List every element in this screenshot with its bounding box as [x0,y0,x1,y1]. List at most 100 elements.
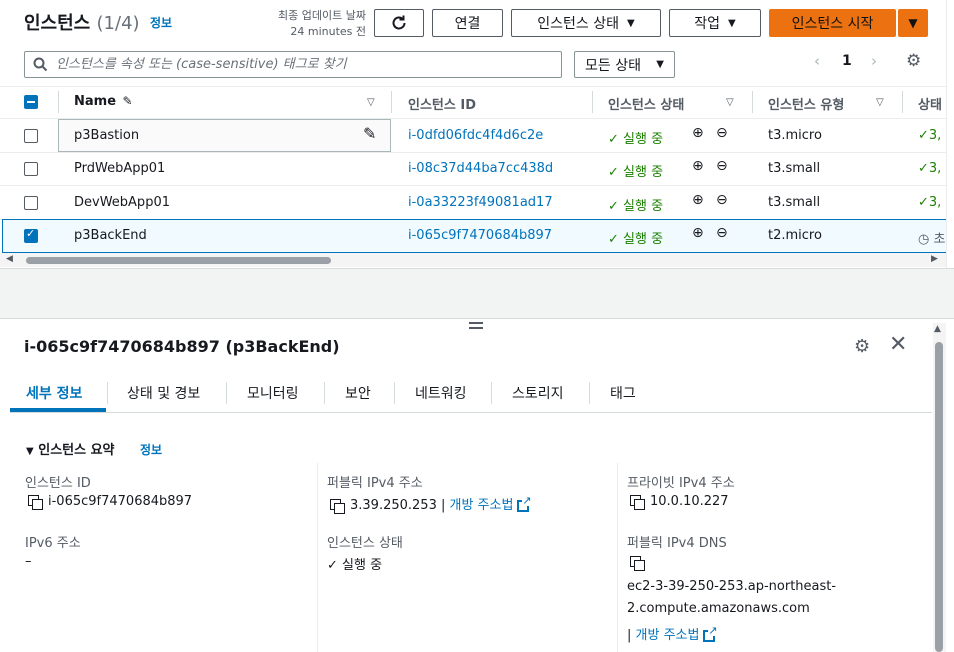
col-header-instance-type[interactable]: 인스턴스 유형 [768,94,844,113]
zoom-out-icon[interactable]: ⊖ [716,192,728,208]
instance-state-button[interactable]: 인스턴스 상태 ▼ [511,9,661,37]
zoom-in-icon[interactable]: ⊕ [692,225,704,241]
private-ip-label: 프라이빗 IPv4 주소 [627,476,735,491]
open-address-link[interactable]: 개방 주소법 [636,628,700,643]
preferences-gear-icon[interactable]: ⚙ [854,336,870,357]
table-right-edge [946,0,954,268]
instance-id-link[interactable]: i-0a33223f49081ad17 [408,195,553,210]
select-all-checkbox[interactable] [24,95,38,109]
col-header-status-check[interactable]: 상태 [918,94,942,113]
instance-id-link[interactable]: i-08c37d44ba7cc438d [408,161,553,176]
zoom-in-icon[interactable]: ⊕ [692,125,704,141]
zoom-out-icon[interactable]: ⊖ [716,158,728,174]
search-input[interactable] [56,57,546,72]
check-circle-icon: ✓ [918,195,929,210]
copy-icon[interactable] [630,494,645,510]
sort-icon[interactable]: ▽ [876,97,884,108]
row-checkbox-checked[interactable]: ✓ [24,227,38,243]
state-filter-value: 모든 상태 [585,57,641,74]
checkmark-icon: ✓ [26,227,36,240]
close-icon[interactable]: ✕ [889,332,907,357]
ipv6-label: IPv6 주소 [25,536,81,551]
tab-status-alarms[interactable]: 상태 및 경보 [127,383,200,403]
launch-label: 인스턴스 시작 [791,16,874,32]
drag-handle-icon[interactable] [469,322,483,329]
sort-icon[interactable]: ▽ [367,97,375,108]
public-dns-label: 퍼블릭 IPv4 DNS [627,536,727,551]
scroll-left-icon[interactable]: ◀ [6,254,13,264]
instance-id-text: i-065c9f7470684b897 [48,494,193,509]
row-checkbox[interactable] [24,162,38,176]
tab-security[interactable]: 보안 [345,383,371,403]
scroll-right-icon[interactable]: ▶ [931,254,938,264]
split-panel-gap [0,268,954,319]
state-badge: ✓ 실행 중 [608,128,663,147]
connect-label: 연결 [454,16,481,32]
external-link-icon[interactable] [703,624,718,642]
scrollbar-thumb[interactable] [935,342,943,652]
search-box[interactable] [24,51,562,78]
col-header-instance-id[interactable]: 인스턴스 ID [408,94,476,113]
tab-details[interactable]: 세부 정보 [26,383,82,403]
instance-id-link[interactable]: i-065c9f7470684b897 [408,228,552,243]
zoom-in-icon[interactable]: ⊕ [692,192,704,208]
instance-id-link[interactable]: i-0dfd06fdc4f4d6c2e [408,128,543,143]
check-circle-icon: ✓ [918,161,929,176]
public-dns-open: | 개방 주소법 [627,624,718,643]
check-circle-icon: ✓ [327,558,338,573]
tab-monitoring[interactable]: 모니터링 [247,383,299,403]
col-header-name[interactable]: Name ✎ [74,94,133,109]
detail-title: i-065c9f7470684b897 (p3BackEnd) [24,337,340,356]
summary-title: 인스턴스 요약 [38,443,115,458]
state-badge: ✓ 실행 중 [608,161,663,180]
tab-storage[interactable]: 스토리지 [512,383,564,403]
copy-icon[interactable] [330,498,345,514]
instance-state-text: 실행 중 [342,558,383,573]
actions-button[interactable]: 작업 ▼ [669,9,761,37]
selected-count: (1/4) [96,13,140,34]
external-link-icon[interactable] [517,494,532,512]
ipv6-value: – [25,554,32,569]
state-text: 실행 중 [623,232,664,247]
scroll-up-icon[interactable]: ▲ [934,324,941,334]
launch-instances-button[interactable]: 인스턴스 시작 [769,9,896,37]
instance-id-label: 인스턴스 ID [25,476,91,491]
refresh-button[interactable] [374,9,424,37]
refresh-icon [392,15,406,30]
public-ip-value: 3.39.250.253 | 개방 주소법 [330,494,532,514]
prev-page-icon[interactable]: ‹ [814,52,820,70]
public-ip-label: 퍼블릭 IPv4 주소 [327,476,423,491]
settings-gear-icon[interactable]: ⚙ [906,51,921,71]
zoom-out-icon[interactable]: ⊖ [716,225,728,241]
row-checkbox[interactable] [24,196,38,210]
instance-name: p3Bastion [74,128,140,143]
summary-toggle[interactable]: ▼ 인스턴스 요약 [26,439,115,458]
launch-dropdown-button[interactable]: ▼ [898,9,928,37]
tab-tags[interactable]: 태그 [610,383,636,403]
state-text: 실행 중 [623,165,664,180]
instance-type: t3.micro [768,128,822,143]
summary-info-link[interactable]: 정보 [140,441,162,458]
page-number[interactable]: 1 [842,53,852,69]
edit-pencil-icon[interactable]: ✎ [363,124,376,143]
check-circle-icon: ✓ [608,232,619,247]
tab-networking[interactable]: 네트워킹 [415,383,467,403]
caret-down-icon: ▼ [728,17,736,29]
connect-button[interactable]: 연결 [432,9,503,37]
scrollbar-thumb[interactable] [26,257,331,264]
instance-name: PrdWebApp01 [74,161,166,176]
zoom-out-icon[interactable]: ⊖ [716,125,728,141]
instance-id-value: i-065c9f7470684b897 [28,494,193,510]
copy-icon[interactable] [28,494,43,510]
copy-icon[interactable] [630,555,645,571]
state-filter-select[interactable]: 모든 상태 ▼ [574,51,675,78]
next-page-icon[interactable]: › [871,52,877,70]
open-address-link[interactable]: 개방 주소법 [450,498,514,513]
last-updated-value: 24 minutes 전 [290,25,366,38]
info-link[interactable]: 정보 [150,14,172,31]
zoom-in-icon[interactable]: ⊕ [692,158,704,174]
row-checkbox[interactable] [24,129,38,143]
col-header-instance-state[interactable]: 인스턴스 상태 [608,94,684,113]
sort-icon[interactable]: ▽ [726,97,734,108]
public-dns-line2: 2.compute.amazonaws.com [627,601,810,616]
